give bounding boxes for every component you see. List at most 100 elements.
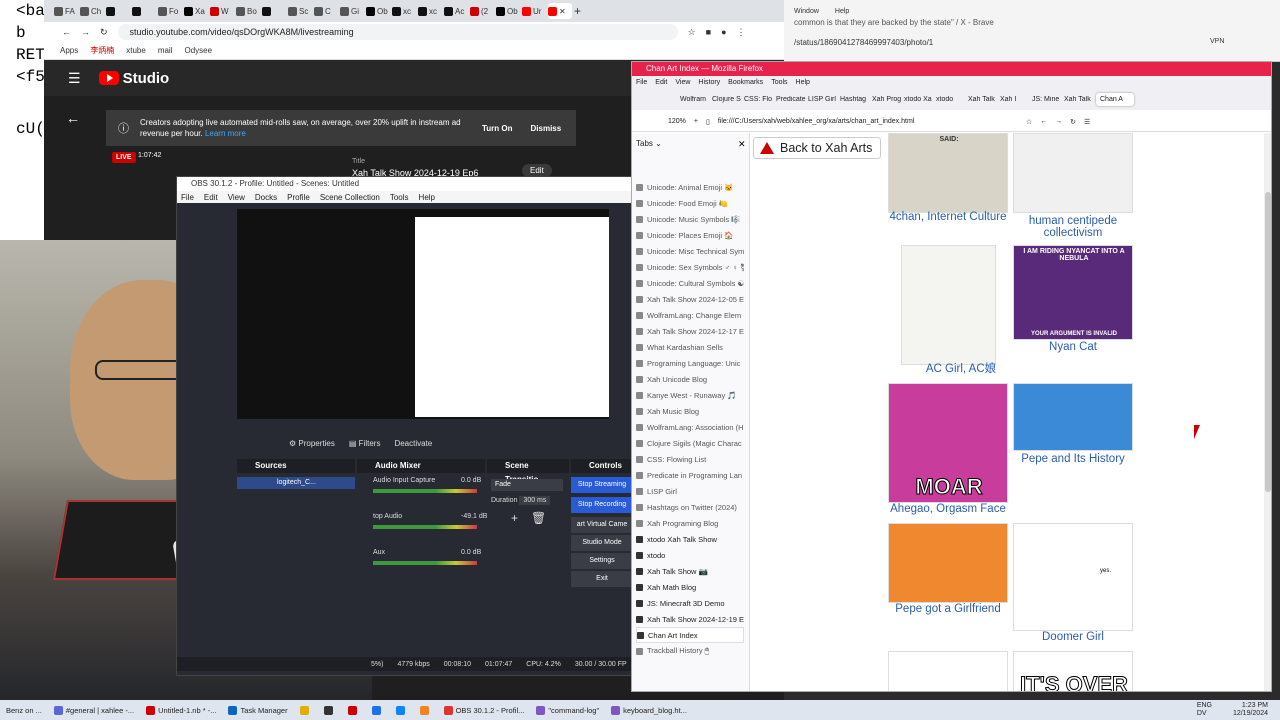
brave-menu-window[interactable]: Window — [794, 8, 819, 15]
sidebar-tab-item[interactable]: What Kardashian Sells — [636, 339, 744, 355]
taskbar-item[interactable] — [390, 705, 414, 715]
art-thumbnail[interactable] — [888, 523, 1008, 603]
extension-icon[interactable]: ■ — [706, 27, 711, 37]
bookmark-apps[interactable]: Apps — [60, 46, 78, 55]
taskbar-item[interactable]: "command-log" — [530, 705, 605, 715]
art-thumbnail[interactable] — [901, 245, 996, 365]
ff-tab[interactable]: Xah Prog — [872, 96, 902, 103]
ff-menu-history[interactable]: History — [698, 79, 720, 86]
taskbar-item[interactable]: keyboard_blog.ht... — [605, 705, 693, 715]
chrome-tab[interactable]: Xa — [184, 3, 208, 19]
art-caption-link[interactable]: Pepe got a Girlfriend — [888, 603, 1008, 615]
brave-address-bar[interactable]: /status/1869041278469997403/photo/1 — [794, 38, 933, 47]
obs-menu-tools[interactable]: Tools — [390, 193, 409, 202]
sidebar-tab-item[interactable]: Unicode: Misc Technical Sym — [636, 243, 744, 259]
obs-preview[interactable] — [237, 209, 609, 419]
forward-arrow-icon[interactable]: → — [81, 27, 90, 37]
sidebar-tab-item[interactable]: Hashtags on Twitter (2024) — [636, 499, 744, 515]
sidebar-tab-item[interactable]: Xah Programing Blog — [636, 515, 744, 531]
taskbar-item[interactable] — [294, 705, 318, 715]
chrome-tab[interactable]: xc — [392, 3, 416, 19]
add-transition-icon[interactable]: + — [511, 511, 518, 525]
art-caption-link[interactable]: Doomer Girl — [1013, 631, 1133, 643]
sidebar-tab-item[interactable]: WolframLang: Association (H — [636, 419, 744, 435]
taskbar-item[interactable]: OBS 30.1.2 - Profil... — [438, 705, 531, 715]
ff-menu-edit[interactable]: Edit — [655, 79, 667, 86]
start-virtual-camera-button[interactable]: art Virtual Came — [571, 517, 631, 533]
menu-hamburger-icon[interactable]: ☰ — [1084, 118, 1090, 126]
ff-tab[interactable]: xtodo Xa — [904, 96, 934, 103]
art-caption-link[interactable]: 4chan, Internet Culture — [888, 211, 1008, 223]
sidebar-tab-item[interactable]: JS: Minecraft 3D Demo — [636, 595, 744, 611]
source-item[interactable]: logitech_C... — [237, 477, 355, 489]
ff-tab[interactable]: JS: Mine — [1032, 96, 1062, 103]
ff-tab[interactable]: LISP Girl — [808, 96, 838, 103]
chrome-tab[interactable]: W — [210, 3, 234, 19]
settings-button[interactable]: Settings — [571, 553, 631, 569]
plus-icon[interactable]: + — [694, 118, 698, 125]
sidebar-tab-item[interactable]: Chan Art Index — [636, 627, 744, 643]
sidebar-tab-item[interactable]: Xah Talk Show 2024-12-17 E — [636, 323, 744, 339]
taskbar-item[interactable] — [366, 705, 390, 715]
art-caption-link[interactable]: Nyan Cat — [1013, 341, 1133, 353]
chrome-tab[interactable] — [132, 3, 156, 19]
ff-menu-tools[interactable]: Tools — [771, 79, 787, 86]
art-thumbnail[interactable]: yes. — [1013, 523, 1133, 631]
sidebar-tab-item[interactable]: LISP Girl — [636, 483, 744, 499]
obs-menu-file[interactable]: File — [181, 193, 194, 202]
obs-menu-view[interactable]: View — [228, 193, 245, 202]
taskbar-item[interactable]: Task Manager — [222, 705, 293, 715]
bookmark-star-icon[interactable]: ☆ — [688, 27, 696, 38]
brave-menu-help[interactable]: Help — [835, 8, 849, 15]
taskbar-item[interactable]: Benz on ... — [0, 706, 48, 715]
taskbar-item[interactable]: Untitled-1.nb * -... — [140, 705, 222, 715]
menu-kebab-icon[interactable]: ⋮ — [737, 27, 746, 38]
taskbar-item[interactable] — [318, 705, 342, 715]
back-to-xah-arts-link[interactable]: Back to Xah Arts — [753, 137, 881, 159]
learn-more-link[interactable]: Learn more — [205, 129, 246, 138]
chrome-tab[interactable]: Fo — [158, 3, 182, 19]
ff-tab[interactable]: Wolfram — [680, 96, 710, 103]
back-arrow-icon[interactable]: ← — [1040, 118, 1047, 125]
sidebar-tab-item[interactable]: Kanye West - Runaway 🎵 — [636, 387, 744, 403]
chrome-tab[interactable]: Bo — [236, 3, 260, 19]
chrome-tab[interactable]: Ch — [80, 3, 104, 19]
hamburger-menu-icon[interactable]: ☰ — [68, 70, 81, 87]
art-caption-link[interactable]: AC Girl, AC娘 — [901, 363, 1021, 375]
chrome-tab[interactable]: C — [314, 3, 338, 19]
studio-mode-button[interactable]: Studio Mode — [571, 535, 631, 551]
ff-tab[interactable]: Xah Talk — [1064, 96, 1094, 103]
art-caption-link[interactable]: Pepe and Its History — [1013, 453, 1133, 465]
ff-menu-bookmarks[interactable]: Bookmarks — [728, 79, 763, 86]
ff-tab[interactable]: CSS: Flo — [744, 96, 774, 103]
art-thumbnail[interactable]: IT'S OVER — [1013, 651, 1133, 691]
ff-menu-view[interactable]: View — [675, 79, 690, 86]
art-thumbnail[interactable] — [1013, 383, 1133, 451]
sidebar-tab-item[interactable]: Xah Talk Show 2024-12-05 E — [636, 291, 744, 307]
vpn-button[interactable]: VPN — [1210, 38, 1224, 45]
sidebar-tab-item[interactable]: xtodo — [636, 547, 744, 563]
obs-menu-help[interactable]: Help — [419, 193, 435, 202]
chrome-tab[interactable]: xc — [418, 3, 442, 19]
sidebar-tab-item[interactable]: Predicate in Programing Lan — [636, 467, 744, 483]
back-arrow-icon[interactable]: ← — [66, 110, 80, 126]
ff-tab[interactable]: Xah I — [1000, 96, 1030, 103]
sidebar-tab-item[interactable]: Unicode: Food Emoji 🍋 — [636, 195, 744, 211]
sidebar-tab-item[interactable]: Xah Unicode Blog — [636, 371, 744, 387]
bookmark-item[interactable]: Odysee — [184, 46, 212, 55]
sidebar-tab-item[interactable]: Unicode: Places Emoji 🏠 — [636, 227, 744, 243]
chrome-tab[interactable]: FA — [54, 3, 78, 19]
chrome-tab[interactable]: Gi — [340, 3, 364, 19]
close-icon[interactable]: ✕ — [738, 139, 746, 150]
chrome-tab[interactable]: (2 — [470, 3, 494, 19]
sidebar-tab-item[interactable]: Xah Math Blog — [636, 579, 744, 595]
art-thumbnail[interactable]: MOAR — [888, 383, 1008, 503]
ff-tab[interactable]: Xah Talk — [968, 96, 998, 103]
chrome-tab[interactable]: Ur — [522, 3, 546, 19]
sidebar-tab-item[interactable]: Programing Language: Unic — [636, 355, 744, 371]
close-icon[interactable]: ✕ — [559, 7, 566, 16]
exit-button[interactable]: Exit — [571, 571, 631, 587]
sidebar-tab-item[interactable]: Unicode: Cultural Symbols ☯ — [636, 275, 744, 291]
forward-arrow-icon[interactable]: → — [1055, 118, 1062, 125]
sidebar-tab-item[interactable]: xtodo Xah Talk Show — [636, 531, 744, 547]
